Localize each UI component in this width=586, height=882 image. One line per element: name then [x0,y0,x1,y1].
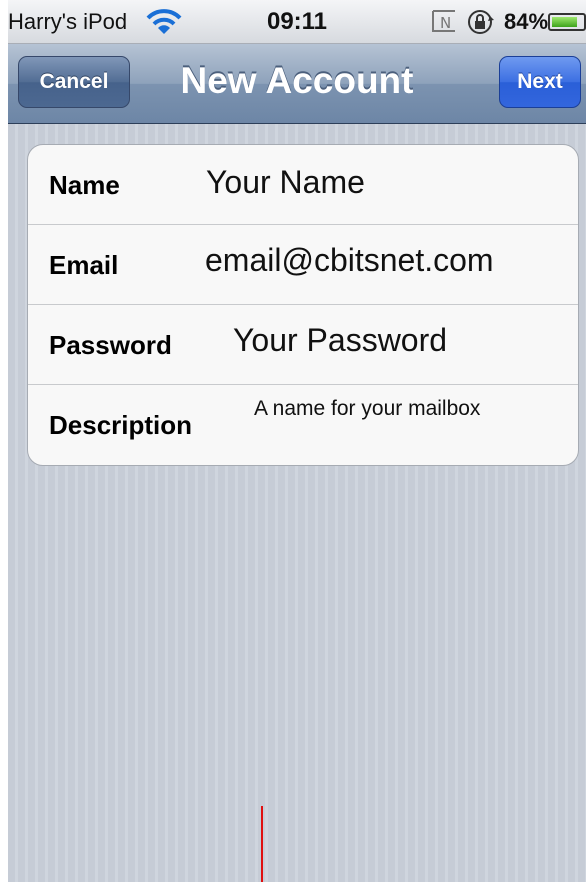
text-cursor [261,806,263,882]
password-row[interactable]: Password Your Password [28,305,578,385]
nfc-icon: N [432,10,455,32]
content-area: Name Your Name Email email@cbitsnet.com … [8,124,586,882]
navigation-bar: Cancel New Account Next [8,44,586,124]
description-label: Description [49,410,193,440]
status-bar: Harry's iPod 09:11 N 84% [8,0,586,44]
description-row[interactable]: Description A name for your mailbox [28,385,578,465]
battery-percent: 84% [504,9,549,34]
email-row[interactable]: Email email@cbitsnet.com [28,225,578,305]
email-field[interactable]: email@cbitsnet.com [205,242,494,279]
name-label: Name [49,170,120,200]
name-field[interactable]: Your Name [206,164,365,201]
password-field[interactable]: Your Password [233,322,447,359]
account-form: Name Your Name Email email@cbitsnet.com … [27,144,579,466]
clock-time: 09:11 [266,8,328,35]
svg-text:N: N [440,14,451,32]
password-label: Password [49,330,172,360]
email-label: Email [49,250,119,280]
battery-icon [548,13,586,31]
description-field[interactable]: A name for your mailbox [254,393,494,424]
name-row[interactable]: Name Your Name [28,145,578,225]
battery-fill [552,17,577,27]
next-button[interactable]: Next [499,56,581,108]
rotation-lock-icon [468,10,494,34]
